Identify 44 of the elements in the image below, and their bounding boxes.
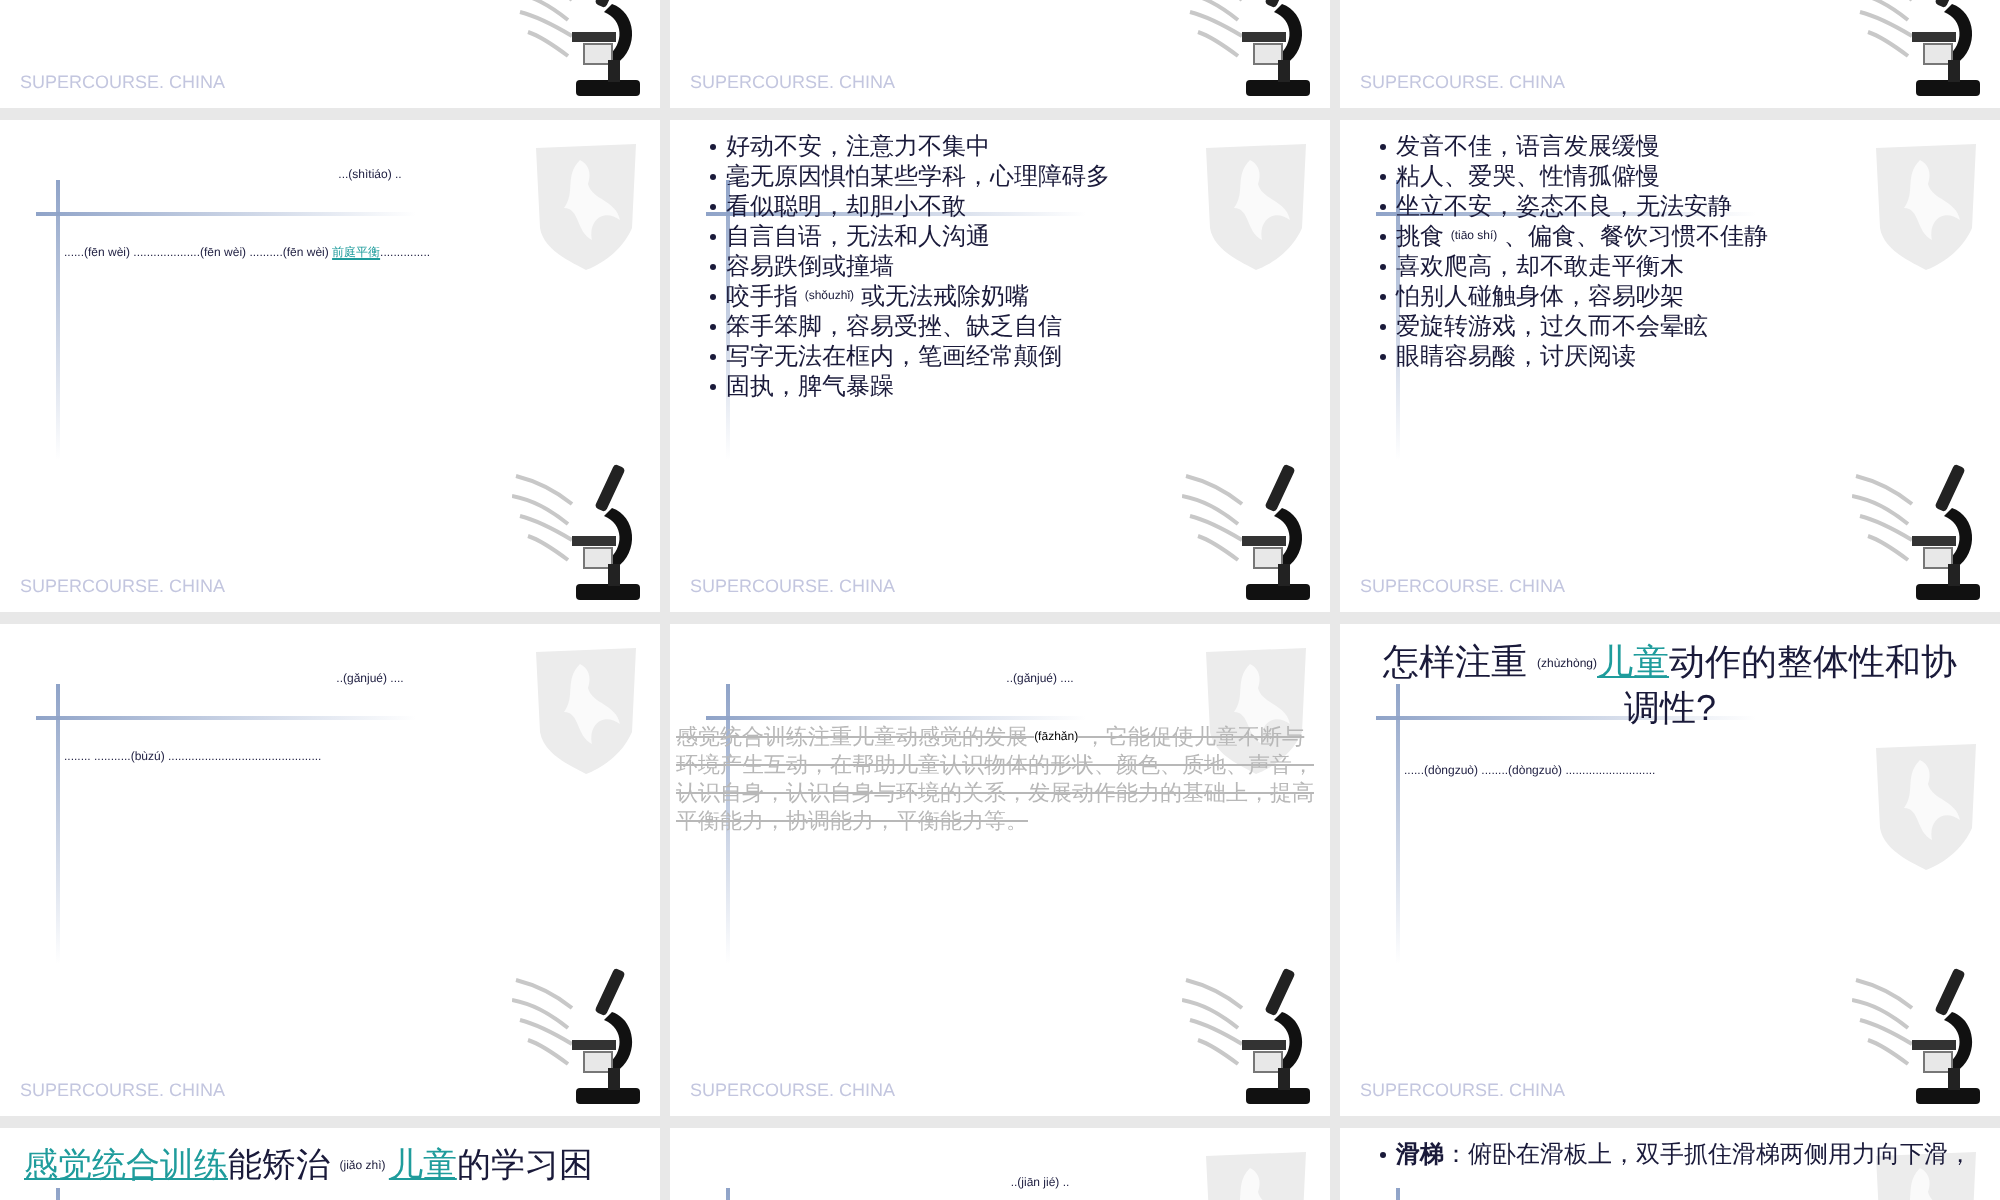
slide-footer: SUPERCOURSE. CHINA — [20, 1077, 226, 1104]
bullet-icon — [1380, 354, 1386, 361]
slide-footer: SUPERCOURSE. CHINA — [690, 69, 896, 96]
slide-footer: SUPERCOURSE. CHINA — [1360, 69, 1566, 96]
bullet-icon — [1380, 204, 1386, 210]
bullet-icon — [710, 294, 716, 300]
bullet-text: 粘人、爱哭、性情孤僻慢 — [1396, 162, 1660, 192]
bullet-icon — [710, 144, 716, 150]
bullet-text: 容易跌倒或撞墙 — [726, 252, 894, 282]
bullet-text: 滑梯：俯卧在滑板上，双手抓住滑梯两侧用力向下滑， — [1396, 1140, 1972, 1170]
bullet-text: 笨手笨脚，容易受挫、缺乏自信 — [726, 312, 1062, 343]
slide-footer: SUPERCOURSE. CHINA — [690, 1077, 896, 1104]
bullet-text: 爱旋转游戏，过久而不会晕眩 — [1396, 312, 1708, 343]
slide-thumbnail[interactable]: 滑梯：俯卧在滑板上，双手抓住滑梯两侧用力向下滑， — [1340, 1128, 2000, 1200]
bullet-icon — [710, 264, 716, 270]
bullet-icon — [1380, 324, 1386, 331]
bullet-icon — [1380, 294, 1386, 301]
bullet-text: 好动不安，注意力不集中 — [726, 132, 990, 162]
bullet-icon — [710, 204, 716, 210]
bullet-icon — [710, 354, 716, 361]
bullet-icon — [1380, 1152, 1386, 1158]
bullet-icon — [1380, 144, 1386, 150]
bullet-text: 看似聪明，却胆小不敢 — [726, 192, 966, 222]
slide-footer: SUPERCOURSE. CHINA — [690, 573, 896, 600]
bullet-text: 发音不佳，语言发展缓慢 — [1396, 132, 1660, 162]
bullet-text: 坐立不安，姿态不良，无法安静 — [1396, 192, 1732, 222]
bullet-icon — [710, 324, 716, 331]
slide-footer: SUPERCOURSE. CHINA — [1360, 573, 1566, 600]
bullet-icon — [1380, 264, 1386, 271]
bullet-icon — [710, 174, 716, 180]
bullet-icon — [710, 234, 716, 240]
slide-footer: SUPERCOURSE. CHINA — [20, 69, 226, 96]
bullet-icon — [1380, 234, 1386, 240]
bullet-text: 喜欢爬高，却不敢走平衡木 — [1396, 252, 1684, 283]
bullet-text: 怕别人碰触身体，容易吵架 — [1396, 282, 1684, 313]
bullet-text: 写字无法在框内，笔画经常颠倒 — [726, 342, 1062, 373]
bullet-icon — [710, 384, 716, 391]
bullet-text: 固执，脾气暴躁 — [726, 372, 894, 403]
slide-footer: SUPERCOURSE. CHINA — [20, 573, 226, 600]
slide-footer: SUPERCOURSE. CHINA — [1360, 1077, 1566, 1104]
bullet-icon — [1380, 174, 1386, 180]
bullet-text: 自言自语，无法和人沟通 — [726, 222, 990, 252]
bullet-text: 毫无原因惧怕某些学科，心理障碍多 — [726, 162, 1110, 192]
bullet-text: 眼睛容易酸，讨厌阅读 — [1396, 342, 1636, 373]
